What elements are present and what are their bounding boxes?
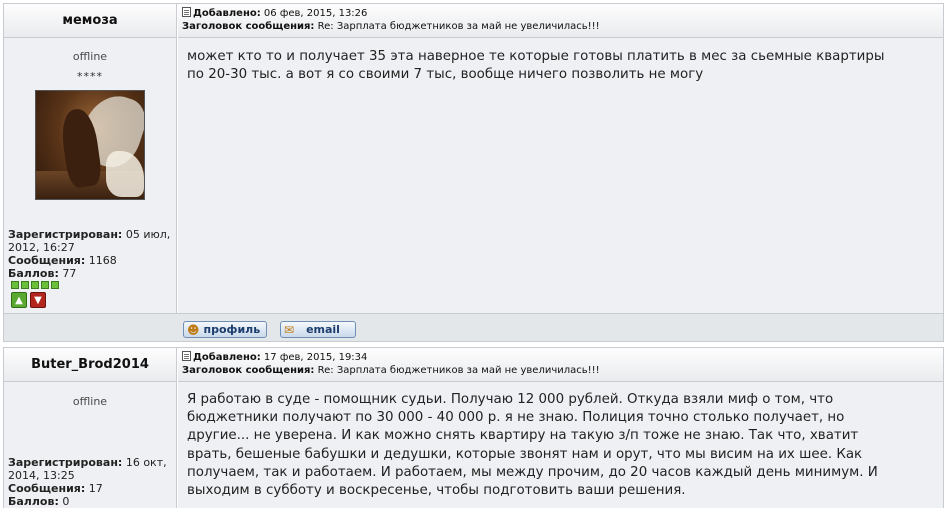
email-button-label: email: [306, 323, 340, 336]
online-status: offline: [72, 395, 108, 408]
author-name-bar: Buter_Brod2014: [4, 348, 176, 382]
post-body-line: получаем, так и работаем. И работаем, мы…: [187, 464, 878, 480]
subject-text: Re: Зарплата бюджетников за май не увели…: [317, 21, 600, 32]
post-header: Добавлено: 17 фев, 2015, 19:34 Заголовок…: [178, 348, 943, 382]
author-username[interactable]: Buter_Brod2014: [31, 357, 149, 372]
rank-stars: ****: [77, 70, 103, 83]
online-status: offline: [72, 50, 108, 63]
post-body-line: по 20-30 тыс. а вот я со своими 7 тыс, в…: [187, 67, 704, 83]
messages-value: 17: [88, 482, 103, 495]
post-body-line: бюджетники получают по 30 000 - 40 000 р…: [187, 410, 845, 426]
author-info: Зарегистрирован: 05 июл, 2012, 16:27 Соо…: [8, 228, 174, 280]
registered-label: Зарегистрирован:: [8, 228, 123, 241]
document-icon[interactable]: [182, 7, 191, 17]
subject-label: Заголовок сообщения:: [182, 21, 315, 32]
thumb-down-icon[interactable]: ▼: [30, 292, 46, 308]
points-label: Баллов:: [8, 267, 59, 280]
post-body-line: врать, бешеные бабушки и дедушки, которы…: [187, 446, 863, 462]
messages-value: 1168: [88, 254, 117, 267]
post-body-line: выходим в субботу и воскресенье, чтобы п…: [187, 483, 686, 499]
post-body: может кто то и получает 35 эта наверное …: [187, 48, 884, 84]
profile-button-label: профиль: [203, 323, 261, 336]
added-label: Добавлено:: [193, 8, 261, 19]
author-panel: Buter_Brod2014 offline Зарегистрирован: …: [4, 348, 177, 508]
envelope-icon: ✉: [284, 322, 295, 337]
messages-label: Сообщения:: [8, 482, 86, 495]
reputation-bar: [11, 281, 59, 289]
email-button[interactable]: ✉ email: [280, 321, 356, 338]
thumb-up-icon[interactable]: ▲: [11, 292, 27, 308]
post-footer: ☻ профиль ✉ email: [4, 313, 943, 341]
post-content-panel: Добавлено: 06 фев, 2015, 13:26 Заголовок…: [178, 4, 943, 341]
post-body-line: может кто то и получает 35 эта наверное …: [187, 49, 885, 64]
author-panel: мемоза offline **** Зарегистрирован: 05 …: [4, 4, 177, 341]
points-value: 77: [62, 267, 77, 280]
forum-post: Buter_Brod2014 offline Зарегистрирован: …: [3, 347, 944, 508]
reputation-square: [21, 281, 29, 289]
added-date: 17 фев, 2015, 19:34: [263, 352, 368, 363]
avatar: [35, 90, 145, 200]
subject-label: Заголовок сообщения:: [182, 365, 315, 376]
author-name-bar: мемоза: [4, 4, 176, 38]
reputation-square: [51, 281, 59, 289]
messages-label: Сообщения:: [8, 254, 86, 267]
points-value: 0: [62, 495, 70, 508]
vote-buttons: ▲ ▼: [11, 292, 46, 308]
post-header: Добавлено: 06 фев, 2015, 13:26 Заголовок…: [178, 4, 943, 38]
post-body: Я работаю в суде - помощник судьи. Получ…: [187, 391, 878, 500]
forum-post: мемоза offline **** Зарегистрирован: 05 …: [3, 3, 944, 342]
reputation-square: [11, 281, 19, 289]
added-label: Добавлено:: [193, 352, 261, 363]
post-content-panel: Добавлено: 17 фев, 2015, 19:34 Заголовок…: [178, 348, 943, 508]
profile-button[interactable]: ☻ профиль: [183, 321, 268, 338]
registered-label: Зарегистрирован:: [8, 456, 123, 469]
reputation-square: [41, 281, 49, 289]
profile-icon: ☻: [187, 322, 200, 337]
added-date: 06 фев, 2015, 13:26: [263, 8, 368, 19]
subject-text: Re: Зарплата бюджетников за май не увели…: [317, 365, 600, 376]
post-body-line: Я работаю в суде - помощник судьи. Получ…: [187, 392, 834, 407]
reputation-square: [31, 281, 39, 289]
post-body-line: другие... не уверена. И как можно снять …: [187, 428, 859, 444]
author-username[interactable]: мемоза: [62, 13, 117, 28]
author-info: Зарегистрирован: 16 окт, 2014, 13:25 Соо…: [8, 456, 174, 508]
points-label: Баллов:: [8, 495, 59, 508]
document-icon[interactable]: [182, 351, 191, 361]
